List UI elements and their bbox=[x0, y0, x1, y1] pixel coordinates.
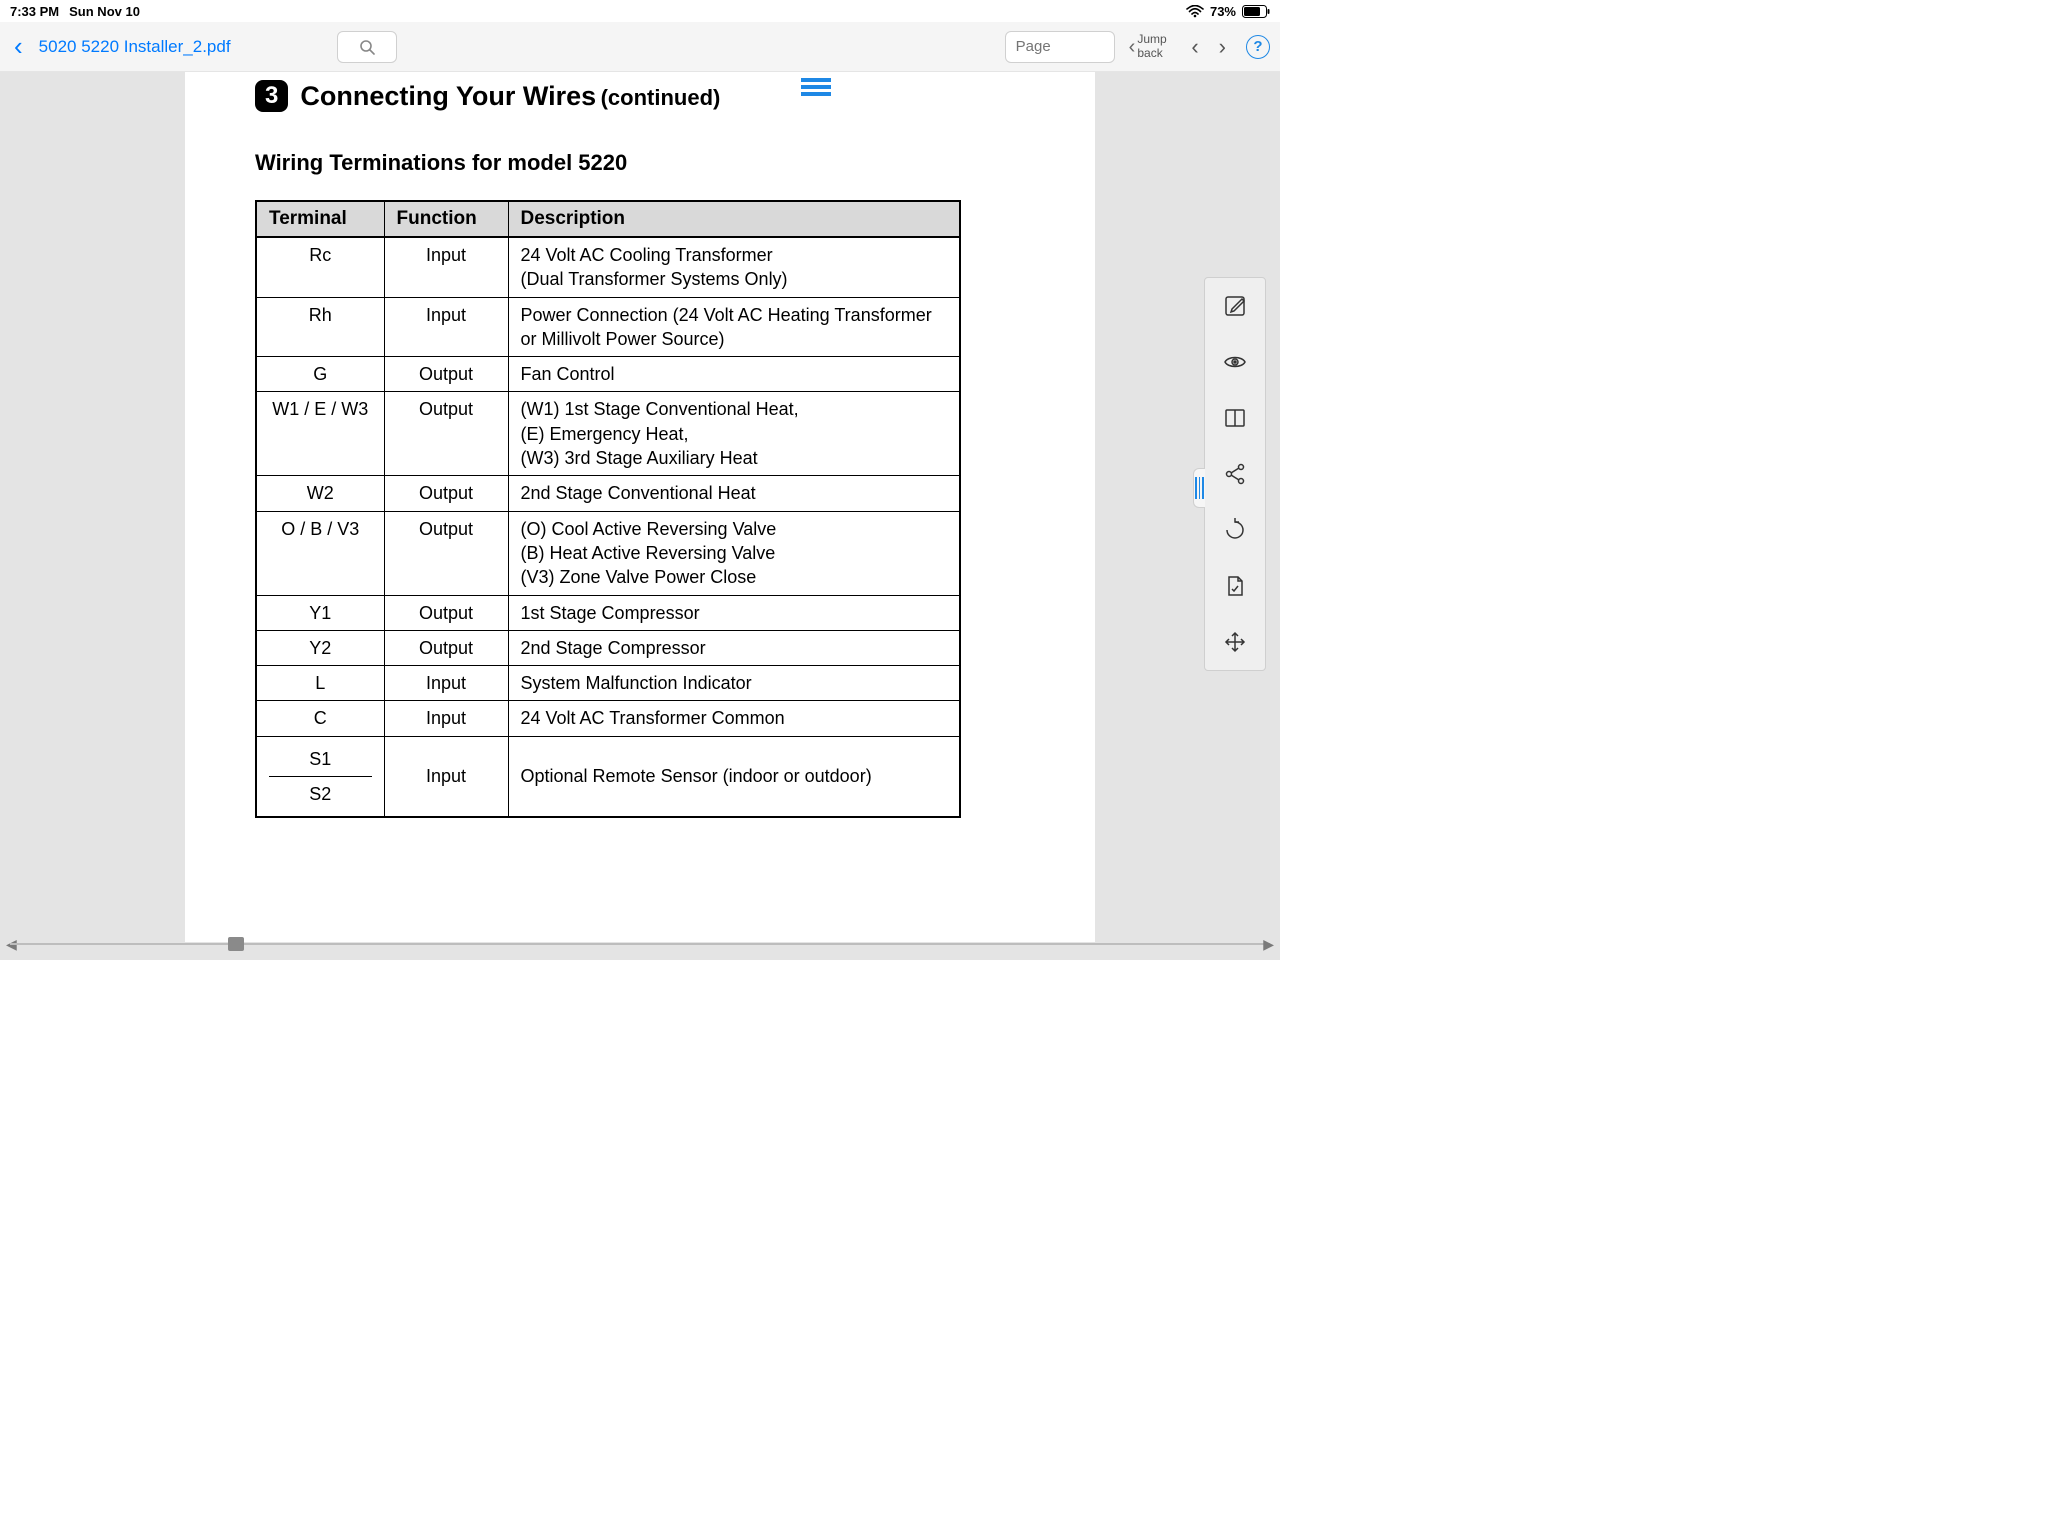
battery-icon bbox=[1242, 5, 1270, 18]
search-button[interactable] bbox=[337, 31, 397, 63]
book-icon[interactable] bbox=[1221, 404, 1249, 432]
cell-description: 24 Volt AC Cooling Transformer (Dual Tra… bbox=[508, 237, 960, 297]
prev-page-button[interactable]: ‹ bbox=[1185, 34, 1204, 60]
table-row: RcInput24 Volt AC Cooling Transformer (D… bbox=[256, 237, 960, 297]
section-number-badge: 3 bbox=[255, 80, 288, 112]
jump-back-label: Jump back bbox=[1137, 33, 1171, 59]
cell-function: Input bbox=[384, 666, 508, 701]
scroll-track[interactable] bbox=[10, 943, 1270, 945]
cell-terminal: Y1 bbox=[256, 595, 384, 630]
cell-description: Optional Remote Sensor (indoor or outdoo… bbox=[508, 736, 960, 817]
rotate-icon[interactable] bbox=[1221, 516, 1249, 544]
side-tool-panel bbox=[1204, 277, 1266, 671]
col-terminal: Terminal bbox=[256, 201, 384, 237]
table-row: S1S2InputOptional Remote Sensor (indoor … bbox=[256, 736, 960, 817]
eye-icon[interactable] bbox=[1221, 348, 1249, 376]
cell-description: (W1) 1st Stage Conventional Heat, (E) Em… bbox=[508, 392, 960, 476]
cell-terminal: Rc bbox=[256, 237, 384, 297]
cell-terminal: S1S2 bbox=[256, 736, 384, 817]
help-button[interactable]: ? bbox=[1246, 35, 1270, 59]
cell-description: 1st Stage Compressor bbox=[508, 595, 960, 630]
cell-terminal: L bbox=[256, 666, 384, 701]
scroll-right-icon[interactable]: ▶ bbox=[1263, 936, 1274, 953]
cell-function: Input bbox=[384, 297, 508, 357]
edit-icon[interactable] bbox=[1221, 292, 1249, 320]
jump-back-button[interactable]: ‹ Jump back bbox=[1123, 33, 1178, 59]
cell-terminal: C bbox=[256, 701, 384, 736]
battery-percent: 73% bbox=[1210, 4, 1236, 19]
cell-terminal: W2 bbox=[256, 476, 384, 511]
horizontal-scrollbar[interactable]: ◀ ▶ bbox=[10, 940, 1270, 948]
section-heading: 3 Connecting Your Wires (continued) bbox=[255, 80, 1025, 112]
cell-function: Output bbox=[384, 357, 508, 392]
table-row: RhInputPower Connection (24 Volt AC Heat… bbox=[256, 297, 960, 357]
hamburger-icon[interactable] bbox=[801, 78, 831, 96]
move-icon[interactable] bbox=[1221, 628, 1249, 656]
cell-description: 2nd Stage Conventional Heat bbox=[508, 476, 960, 511]
cell-function: Output bbox=[384, 476, 508, 511]
table-row: CInput24 Volt AC Transformer Common bbox=[256, 701, 960, 736]
table-row: LInputSystem Malfunction Indicator bbox=[256, 666, 960, 701]
back-button[interactable]: ‹ bbox=[10, 31, 27, 62]
cell-function: Output bbox=[384, 392, 508, 476]
table-row: O / B / V3Output(O) Cool Active Reversin… bbox=[256, 511, 960, 595]
cell-description: Fan Control bbox=[508, 357, 960, 392]
pdf-page: 3 Connecting Your Wires (continued) Wiri… bbox=[185, 72, 1095, 942]
cell-description: 24 Volt AC Transformer Common bbox=[508, 701, 960, 736]
wiring-table: Terminal Function Description RcInput24 … bbox=[255, 200, 961, 818]
status-date: Sun Nov 10 bbox=[69, 4, 140, 19]
status-bar: 7:33 PM Sun Nov 10 73% bbox=[0, 0, 1280, 22]
cell-function: Input bbox=[384, 701, 508, 736]
chevron-left-icon: ‹ bbox=[1129, 36, 1136, 58]
panel-drag-handle[interactable] bbox=[1193, 468, 1205, 508]
page-check-icon[interactable] bbox=[1221, 572, 1249, 600]
col-function: Function bbox=[384, 201, 508, 237]
cell-function: Output bbox=[384, 511, 508, 595]
wifi-icon bbox=[1186, 5, 1204, 18]
section-title: Connecting Your Wires bbox=[300, 81, 596, 111]
cell-description: (O) Cool Active Reversing Valve (B) Heat… bbox=[508, 511, 960, 595]
table-row: W1 / E / W3Output(W1) 1st Stage Conventi… bbox=[256, 392, 960, 476]
workspace: 3 Connecting Your Wires (continued) Wiri… bbox=[0, 72, 1280, 960]
table-row: Y2Output2nd Stage Compressor bbox=[256, 630, 960, 665]
scroll-thumb[interactable] bbox=[228, 937, 244, 951]
table-row: GOutputFan Control bbox=[256, 357, 960, 392]
section-continued: (continued) bbox=[601, 85, 721, 110]
share-icon[interactable] bbox=[1221, 460, 1249, 488]
document-title[interactable]: 5020 5220 Installer_2.pdf bbox=[39, 37, 231, 57]
page-number-input[interactable] bbox=[1005, 31, 1115, 63]
cell-description: Power Connection (24 Volt AC Heating Tra… bbox=[508, 297, 960, 357]
table-row: W2Output2nd Stage Conventional Heat bbox=[256, 476, 960, 511]
cell-terminal: O / B / V3 bbox=[256, 511, 384, 595]
cell-terminal: Rh bbox=[256, 297, 384, 357]
cell-terminal: W1 / E / W3 bbox=[256, 392, 384, 476]
cell-terminal: Y2 bbox=[256, 630, 384, 665]
col-description: Description bbox=[508, 201, 960, 237]
cell-function: Output bbox=[384, 595, 508, 630]
app-toolbar: ‹ 5020 5220 Installer_2.pdf ‹ Jump back … bbox=[0, 22, 1280, 72]
cell-description: System Malfunction Indicator bbox=[508, 666, 960, 701]
subtitle: Wiring Terminations for model 5220 bbox=[255, 150, 1025, 176]
next-page-button[interactable]: › bbox=[1213, 34, 1232, 60]
table-row: Y1Output1st Stage Compressor bbox=[256, 595, 960, 630]
cell-function: Input bbox=[384, 736, 508, 817]
cell-description: 2nd Stage Compressor bbox=[508, 630, 960, 665]
cell-terminal: G bbox=[256, 357, 384, 392]
status-time: 7:33 PM bbox=[10, 4, 59, 19]
cell-function: Output bbox=[384, 630, 508, 665]
cell-function: Input bbox=[384, 237, 508, 297]
